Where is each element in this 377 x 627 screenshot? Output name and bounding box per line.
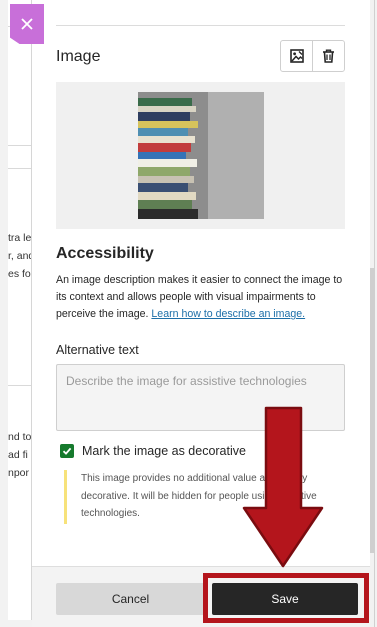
background-text: r, and bbox=[8, 250, 32, 262]
learn-more-link[interactable]: Learn how to describe an image. bbox=[151, 308, 305, 320]
background-text: es fo bbox=[8, 268, 31, 280]
image-replace-icon bbox=[289, 49, 304, 63]
image-settings-panel: Image Accessibility An image description… bbox=[32, 0, 375, 627]
delete-image-button[interactable] bbox=[312, 41, 344, 71]
trash-icon bbox=[323, 49, 334, 63]
alt-text-input[interactable] bbox=[56, 364, 345, 431]
background-text: tra le bbox=[8, 232, 32, 244]
background-divider bbox=[8, 385, 31, 386]
background-content-strip: tra le r, and es fo nd to ad fi npor bbox=[8, 0, 32, 620]
background-divider bbox=[8, 145, 31, 146]
books-stack-image bbox=[138, 92, 264, 219]
background-text: npor bbox=[8, 467, 30, 479]
panel-footer: Cancel Save bbox=[32, 566, 370, 627]
background-text: ad fi bbox=[8, 449, 28, 461]
accessibility-description: An image description makes it easier to … bbox=[56, 272, 348, 323]
image-preview bbox=[138, 92, 264, 219]
replace-image-button[interactable] bbox=[281, 41, 312, 71]
image-preview-area bbox=[56, 82, 345, 229]
save-button[interactable]: Save bbox=[212, 583, 358, 615]
checkmark-icon bbox=[62, 447, 72, 455]
section-title: Image bbox=[56, 48, 101, 65]
close-panel-button[interactable] bbox=[10, 4, 44, 44]
decorative-checkbox[interactable] bbox=[60, 444, 74, 458]
alt-text-label: Alternative text bbox=[56, 343, 139, 357]
cancel-button[interactable]: Cancel bbox=[56, 583, 205, 615]
image-actions bbox=[280, 40, 345, 72]
background-divider bbox=[8, 168, 31, 169]
divider bbox=[56, 25, 345, 26]
scrollbar-thumb[interactable] bbox=[370, 268, 375, 553]
accessibility-heading: Accessibility bbox=[56, 245, 154, 262]
background-text: nd to bbox=[8, 431, 32, 443]
decorative-note: This image provides no additional value … bbox=[64, 470, 345, 524]
decorative-checkbox-label: Mark the image as decorative bbox=[82, 444, 246, 458]
close-icon bbox=[21, 18, 33, 30]
decorative-checkbox-row[interactable]: Mark the image as decorative bbox=[60, 444, 246, 458]
